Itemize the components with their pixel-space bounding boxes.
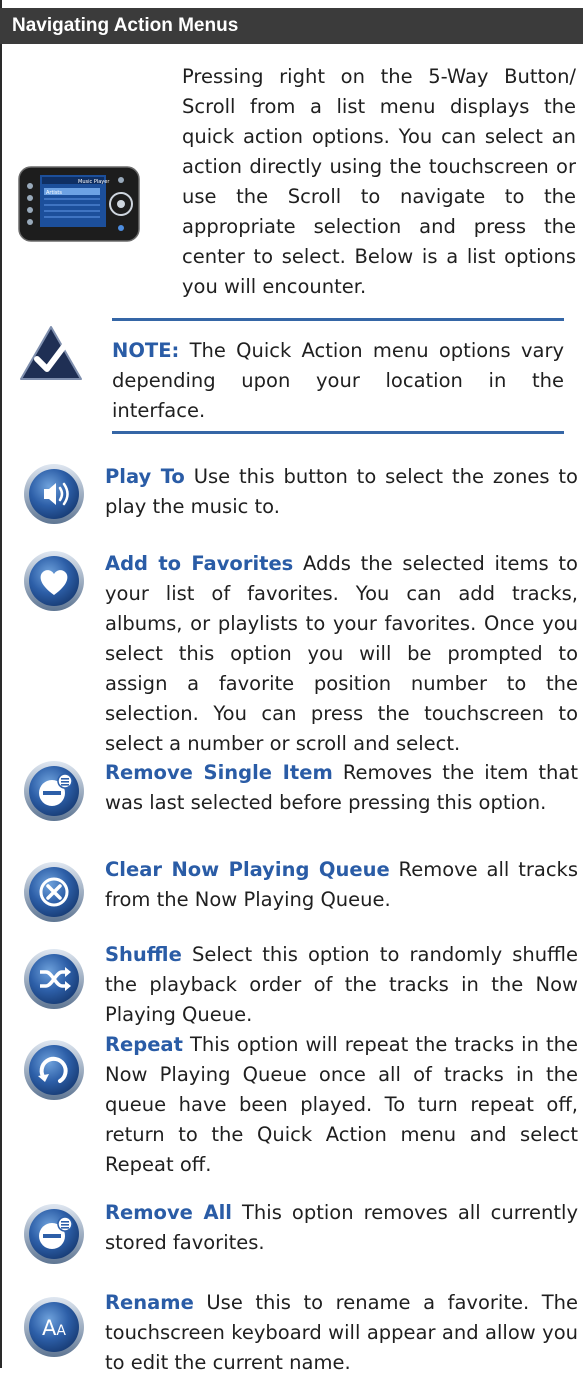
item-title: Add to Favorites	[105, 552, 294, 575]
device-screen-title: Music Player	[78, 179, 110, 185]
item-remove-all: Remove All This option removes all curre…	[105, 1198, 578, 1258]
item-title: Remove Single Item	[105, 761, 333, 784]
left-border	[0, 0, 2, 1368]
item-title: Rename	[105, 1291, 194, 1314]
item-clear-now-playing-queue: Clear Now Playing Queue Remove all track…	[105, 855, 578, 915]
item-title: Repeat	[105, 1033, 183, 1056]
remove-item-icon	[24, 761, 84, 821]
item-shuffle: Shuffle Select this option to randomly s…	[105, 940, 578, 1030]
shuffle-icon	[24, 949, 84, 1009]
item-description: Adds the selected items to your list of …	[105, 552, 578, 755]
device-screen-row: Artists	[46, 190, 62, 196]
page: Navigating Action Menus Music Player Art…	[0, 0, 583, 1374]
intro-paragraph: Pressing right on the 5-Way Button/ Scro…	[182, 65, 576, 298]
checkmark-icon	[20, 326, 82, 380]
item-remove-single-item: Remove Single Item Removes the item that…	[105, 758, 578, 818]
remove-all-icon	[24, 1204, 84, 1264]
section-header: Navigating Action Menus	[0, 8, 583, 44]
item-title: Play To	[105, 465, 185, 488]
note-body: The Quick Action menu options vary depen…	[112, 339, 564, 422]
note-top-rule	[112, 318, 564, 321]
item-rename: Rename Use this to rename a favorite. Th…	[105, 1288, 578, 1378]
item-play-to: Play To Use this button to select the zo…	[105, 462, 578, 522]
repeat-icon	[24, 1040, 84, 1100]
device-image: Music Player Artists	[18, 166, 140, 242]
note-text: NOTE: The Quick Action menu options vary…	[112, 336, 564, 426]
item-repeat: Repeat This option will repeat the track…	[105, 1030, 578, 1180]
clear-icon	[24, 862, 84, 922]
note-bottom-rule	[112, 431, 564, 434]
item-title: Shuffle	[105, 943, 182, 966]
heart-icon	[24, 551, 84, 611]
item-add-to-favorites: Add to Favorites Adds the selected items…	[105, 549, 578, 759]
rename-icon: AA	[24, 1297, 84, 1357]
item-title: Clear Now Playing Queue	[105, 858, 390, 881]
speaker-icon	[24, 464, 84, 524]
note-label: NOTE:	[112, 339, 180, 362]
item-title: Remove All	[105, 1201, 232, 1224]
